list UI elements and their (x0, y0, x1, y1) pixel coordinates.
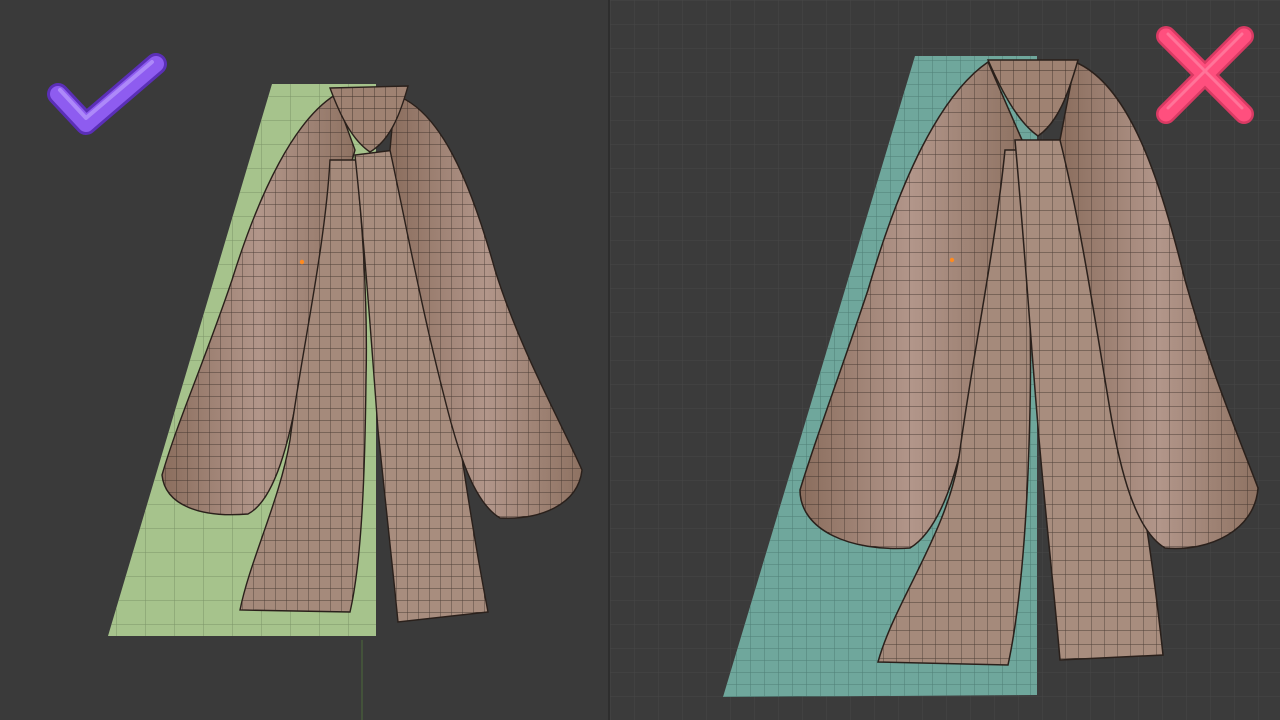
cross-icon (1156, 26, 1254, 124)
comparison-stage (0, 0, 1280, 720)
right-viewport[interactable] (610, 0, 1280, 720)
origin-dot (949, 257, 955, 263)
origin-dot (299, 259, 305, 265)
checkmark-icon (47, 53, 167, 135)
left-viewport[interactable] (0, 0, 610, 720)
